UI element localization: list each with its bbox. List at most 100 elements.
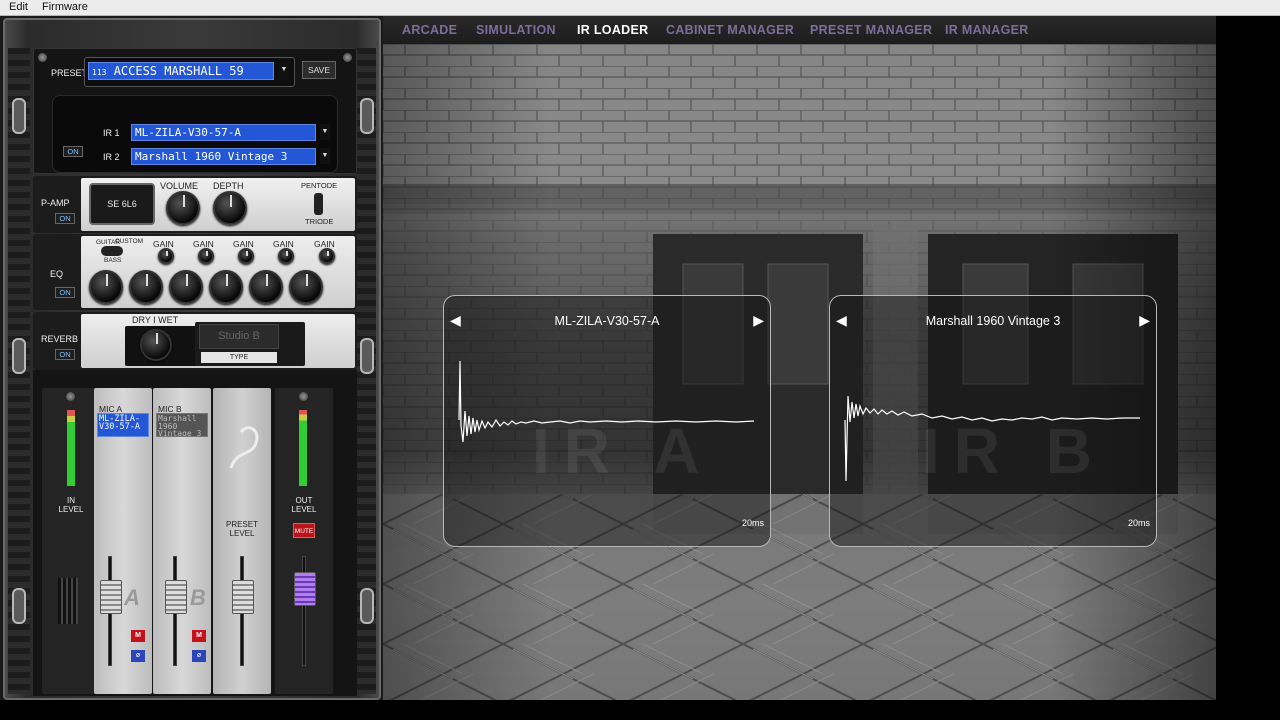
ir-b-panel: IR B ◀ Marshall 1960 Vintage 3 ▶ 20ms xyxy=(829,295,1157,547)
ir-a-time-label: 20ms xyxy=(741,518,764,528)
eq-freq-knob-2[interactable] xyxy=(129,270,163,304)
mute-button[interactable]: MUTE xyxy=(293,523,315,538)
eq-gain-knob-2[interactable] xyxy=(198,248,214,264)
reverb-on-button[interactable]: ON xyxy=(55,349,75,360)
mic-a-phase-button[interactable]: ø xyxy=(131,650,145,662)
ir1-dropdown-icon[interactable]: ▼ xyxy=(320,124,330,140)
ir2-dropdown-icon[interactable]: ▼ xyxy=(320,148,330,164)
pamp-unit: P-AMP ON SE 6L6 VOLUME DEPTH PENTODE TRI… xyxy=(33,176,357,233)
eq-gain-knob-4[interactable] xyxy=(278,248,294,264)
ir2-label: IR 2 xyxy=(103,152,120,162)
out-level-meter xyxy=(299,410,307,486)
pamp-on-button[interactable]: ON xyxy=(55,213,75,224)
reverb-label: REVERB xyxy=(41,334,79,344)
depth-knob[interactable] xyxy=(213,191,247,225)
ir-b-waveform xyxy=(844,395,1140,482)
rack-panel: PRESET 113 ACCESS MARSHALL 59 ▼ SAVE ON … xyxy=(3,18,381,700)
mic-a-fader[interactable] xyxy=(100,580,122,614)
tab-cabinet-manager[interactable]: CABINET MANAGER xyxy=(666,23,794,37)
volume-label: VOLUME xyxy=(160,181,199,191)
mic-b-select[interactable]: Marshall 1960 Vintage 3 xyxy=(156,413,208,437)
eq-freq-knob-6[interactable] xyxy=(289,270,323,304)
eq-gain-knob-5[interactable] xyxy=(319,248,335,264)
eq-gain-knob-3[interactable] xyxy=(238,248,254,264)
preset-level-fader[interactable] xyxy=(232,580,254,614)
out-level-strip: OUT LEVEL MUTE xyxy=(275,388,333,694)
mic-a-m-button[interactable]: M xyxy=(131,630,145,642)
ir1-select[interactable]: ML-ZILA-V30-57-A xyxy=(131,124,316,141)
eq-label: EQ xyxy=(50,269,64,279)
out-level-fader[interactable] xyxy=(294,572,316,606)
screen-edge-bottom xyxy=(0,700,1280,720)
ir2-select[interactable]: Marshall 1960 Vintage 3 xyxy=(131,148,316,165)
save-button[interactable]: SAVE xyxy=(302,61,336,79)
screw xyxy=(66,392,75,401)
tab-bar: ARCADE SIMULATION IR LOADER CABINET MANA… xyxy=(383,16,1216,44)
ir-b-time-label: 20ms xyxy=(1127,518,1150,528)
reverb-unit: REVERB ON DRY I WET Studio B TYPE xyxy=(33,312,357,370)
ir1-label: IR 1 xyxy=(103,128,120,138)
bass-label: BASS xyxy=(104,257,122,264)
preset-select[interactable]: 113 ACCESS MARSHALL 59 xyxy=(88,62,274,80)
mic-b-fader[interactable] xyxy=(165,580,187,614)
triode-label: TRIODE xyxy=(305,217,334,226)
preset-dropdown-icon[interactable]: ▼ xyxy=(279,62,289,80)
ir-a-title: ML-ZILA-V30-57-A xyxy=(554,314,660,328)
mic-a-strip: MIC A ML-ZILA-V30-57-A A M ø xyxy=(94,388,152,694)
mic-b-phase-button[interactable]: ø xyxy=(192,650,206,662)
ir-a-next-arrow-icon[interactable]: ▶ xyxy=(753,312,764,329)
screw xyxy=(38,53,47,62)
eq-unit: EQ ON GUITAR CUSTOM BASS GAIN GAIN GAIN … xyxy=(33,234,357,310)
ir-b-next-arrow-icon[interactable]: ▶ xyxy=(1139,312,1150,329)
mic-a-letter: A xyxy=(124,585,140,610)
ir-on-button[interactable]: ON xyxy=(63,146,83,157)
reverb-type-display[interactable]: Studio B xyxy=(199,324,279,349)
preset-level-label: PRESET LEVEL xyxy=(225,520,258,538)
menu-bar: Edit Firmware xyxy=(0,0,1280,16)
tube-selector[interactable]: SE 6L6 xyxy=(89,183,155,225)
screw xyxy=(299,392,308,401)
tab-simulation[interactable]: SIMULATION xyxy=(476,23,556,37)
mic-b-strip: MIC B Marshall 1960 Vintage 3 B M ø xyxy=(153,388,211,694)
screw xyxy=(343,53,352,62)
mic-b-m-button[interactable]: M xyxy=(192,630,206,642)
eq-mode-switch[interactable] xyxy=(101,246,123,256)
eq-freq-knob-1[interactable] xyxy=(89,270,123,304)
ir-a-panel: IR A ◀ ML-ZILA-V30-57-A ▶ 20ms xyxy=(443,295,771,547)
eq-on-button[interactable]: ON xyxy=(55,287,75,298)
pentode-label: PENTODE xyxy=(301,181,338,190)
out-level-label: OUT LEVEL xyxy=(291,496,317,514)
depth-label: DEPTH xyxy=(213,181,244,191)
reverb-type-button[interactable]: TYPE xyxy=(201,352,277,363)
pamp-label: P-AMP xyxy=(41,198,70,208)
mic-a-select[interactable]: ML-ZILA-V30-57-A xyxy=(97,413,149,437)
preset-label: PRESET xyxy=(51,68,88,78)
eq-gain-knob-1[interactable] xyxy=(158,248,174,264)
menu-firmware[interactable]: Firmware xyxy=(42,1,88,13)
preset-unit: PRESET 113 ACCESS MARSHALL 59 ▼ SAVE ON … xyxy=(33,48,357,174)
preset-level-strip: PRESET LEVEL xyxy=(213,388,271,694)
ir-b-title: Marshall 1960 Vintage 3 xyxy=(925,314,1061,328)
ir-a-waveform xyxy=(458,360,755,443)
mic-b-letter: B xyxy=(190,585,206,610)
tab-arcade[interactable]: ARCADE xyxy=(402,23,457,37)
dry-wet-label: DRY I WET xyxy=(132,315,179,325)
tab-ir-manager[interactable]: IR MANAGER xyxy=(945,23,1029,37)
dry-wet-knob[interactable] xyxy=(140,329,172,361)
eq-freq-knob-4[interactable] xyxy=(209,270,243,304)
volume-knob[interactable] xyxy=(166,191,200,225)
rack-clip xyxy=(360,338,374,374)
pentode-triode-switch[interactable] xyxy=(314,193,323,215)
rack-clip xyxy=(360,588,374,624)
rack-clip xyxy=(12,98,26,134)
preset-number: 113 xyxy=(92,68,107,77)
rack-clip xyxy=(12,588,26,624)
logo-icon xyxy=(229,426,259,469)
tab-ir-loader[interactable]: IR LOADER xyxy=(577,23,648,37)
tab-preset-manager[interactable]: PRESET MANAGER xyxy=(810,23,932,37)
eq-freq-knob-5[interactable] xyxy=(249,270,283,304)
menu-edit[interactable]: Edit xyxy=(9,1,28,13)
rack-clip xyxy=(12,338,26,374)
rack-clip xyxy=(360,98,374,134)
eq-freq-knob-3[interactable] xyxy=(169,270,203,304)
